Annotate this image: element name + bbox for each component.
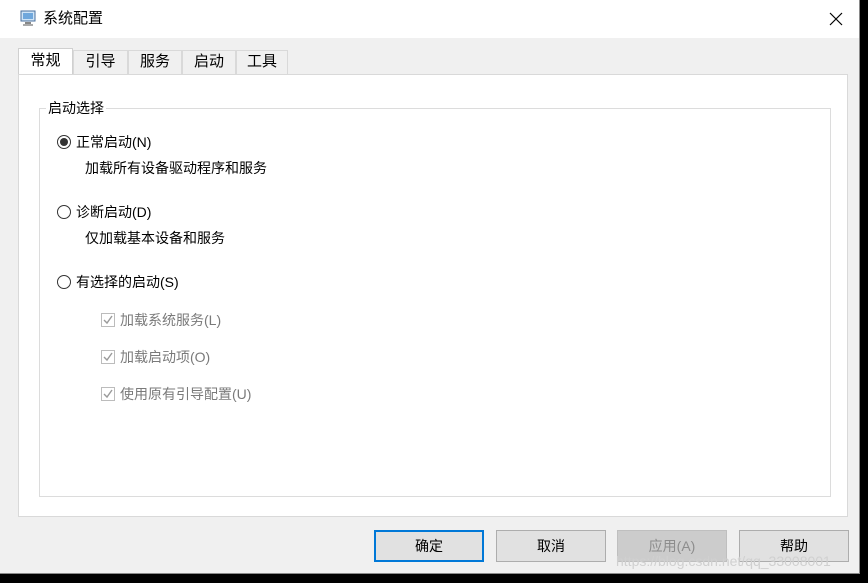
watermark-text: https://blog.csdn.net/qq_33008001 <box>616 553 831 569</box>
title-bar[interactable]: 系统配置 <box>0 0 859 38</box>
radio-selective-startup-label: 有选择的启动(S) <box>76 274 179 290</box>
checkmark-icon <box>103 315 113 325</box>
msconfig-icon <box>20 10 36 26</box>
general-tab-panel: 启动选择 正常启动(N) 加载所有设备驱动程序和服务 诊断启动(D) 仅加载基本… <box>18 74 848 517</box>
radio-normal-startup[interactable]: 正常启动(N) <box>57 133 151 151</box>
window-title: 系统配置 <box>43 10 104 27</box>
load-startup-items-label: 加载启动项(O) <box>120 349 211 365</box>
checkbox-checked-disabled[interactable] <box>101 313 115 327</box>
cancel-button[interactable]: 取消 <box>496 530 606 562</box>
radio-button[interactable] <box>57 275 71 289</box>
radio-diagnostic-startup-label: 诊断启动(D) <box>76 204 152 220</box>
normal-startup-description: 加载所有设备驱动程序和服务 <box>85 160 267 176</box>
tab-services[interactable]: 服务 <box>128 50 182 74</box>
tab-general[interactable]: 常规 <box>18 48 73 74</box>
radio-selective-startup[interactable]: 有选择的启动(S) <box>57 273 179 291</box>
close-button[interactable] <box>813 0 859 38</box>
system-config-window: 系统配置 常规 引导 服务 启动 工具 启动选择 正常启动(N) 加载所有设备驱… <box>0 0 860 574</box>
radio-button-checked[interactable] <box>57 135 71 149</box>
load-system-services-label: 加载系统服务(L) <box>120 312 222 328</box>
close-icon <box>829 12 843 26</box>
ok-button[interactable]: 确定 <box>374 530 484 562</box>
tab-boot[interactable]: 引导 <box>73 50 128 74</box>
tab-startup[interactable]: 启动 <box>182 50 236 74</box>
radio-diagnostic-startup[interactable]: 诊断启动(D) <box>57 203 151 221</box>
diagnostic-startup-description: 仅加载基本设备和服务 <box>85 230 225 246</box>
checkbox-checked-disabled[interactable] <box>101 350 115 364</box>
checkbox-load-startup-items[interactable]: 加载启动项(O) <box>101 348 210 366</box>
checkbox-checked-disabled[interactable] <box>101 387 115 401</box>
startup-selection-legend: 启动选择 <box>46 99 106 117</box>
radio-button[interactable] <box>57 205 71 219</box>
checkmark-icon <box>103 352 113 362</box>
use-original-boot-config-label: 使用原有引导配置(U) <box>120 386 252 402</box>
checkmark-icon <box>103 389 113 399</box>
checkbox-use-original-boot-config[interactable]: 使用原有引导配置(U) <box>101 385 251 403</box>
tab-tools[interactable]: 工具 <box>236 50 288 74</box>
radio-normal-startup-label: 正常启动(N) <box>76 134 152 150</box>
checkbox-load-system-services[interactable]: 加载系统服务(L) <box>101 311 221 329</box>
